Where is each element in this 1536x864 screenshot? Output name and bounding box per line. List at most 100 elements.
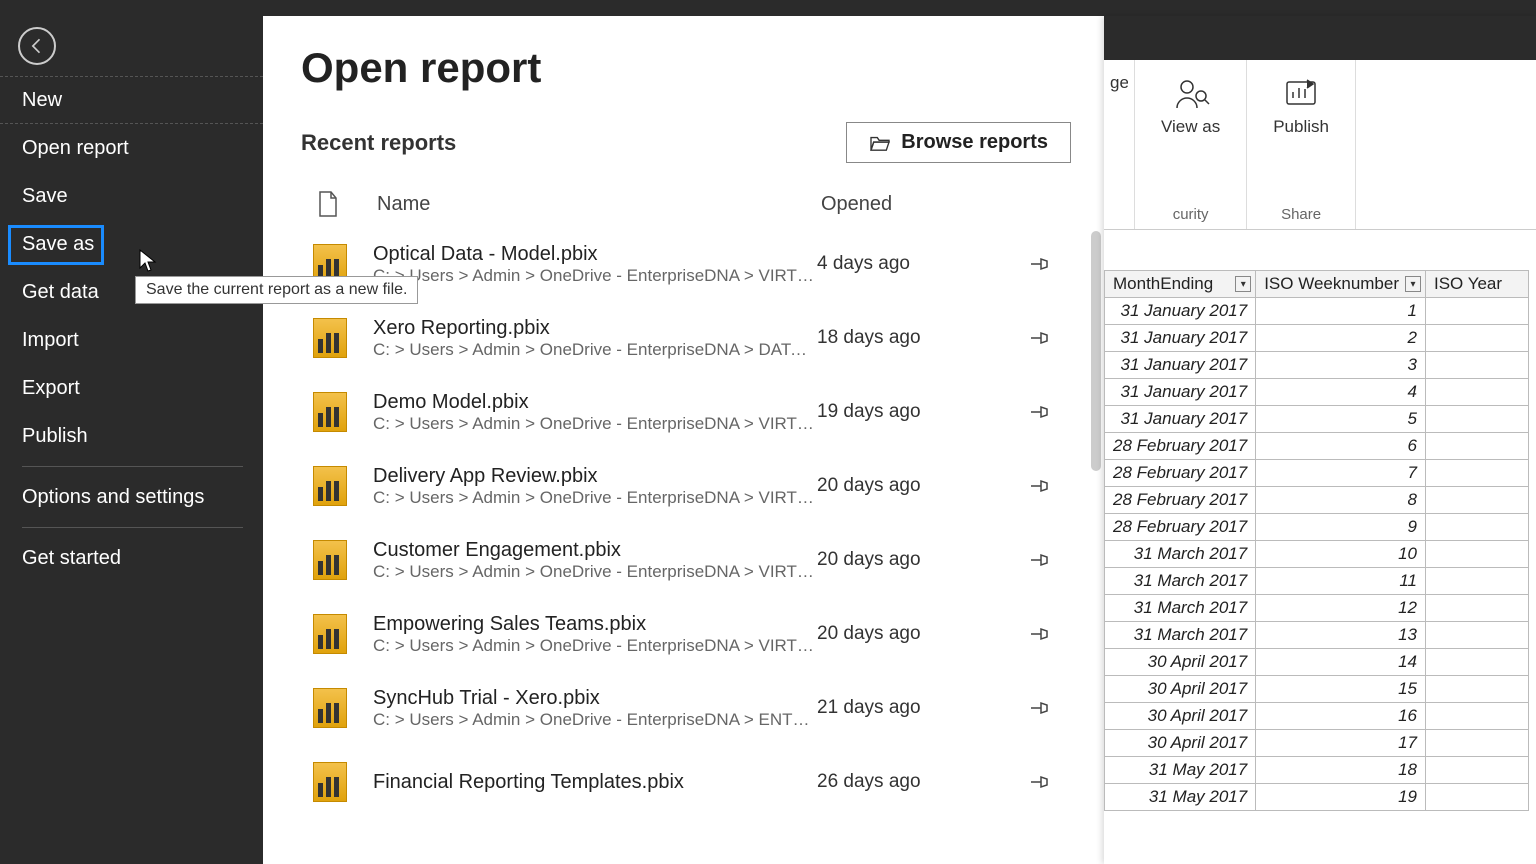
cell-monthending: 31 May 2017	[1105, 757, 1256, 784]
cell-weeknumber: 19	[1256, 784, 1426, 811]
pin-button[interactable]	[1029, 255, 1055, 273]
table-row[interactable]: 31 January 20172	[1105, 325, 1529, 352]
table-row[interactable]: 31 March 201713	[1105, 622, 1529, 649]
list-header: Name Opened	[301, 181, 1101, 227]
menu-new[interactable]: New	[0, 76, 263, 124]
table-column-header[interactable]: ISO Year	[1426, 271, 1529, 298]
pin-button[interactable]	[1029, 551, 1055, 569]
cell-weeknumber: 14	[1256, 649, 1426, 676]
scrollbar-thumb[interactable]	[1091, 231, 1101, 471]
recent-report-row[interactable]: Demo Model.pbixC: > Users > Admin > OneD…	[301, 375, 1101, 449]
report-file-name: Customer Engagement.pbix	[373, 539, 817, 562]
report-opened-time: 21 days ago	[817, 697, 1017, 719]
menu-label: Options and settings	[22, 486, 204, 509]
table-row[interactable]: 28 February 20179	[1105, 514, 1529, 541]
table-row[interactable]: 30 April 201715	[1105, 676, 1529, 703]
menu-label: Import	[22, 329, 79, 352]
table-row[interactable]: 31 March 201712	[1105, 595, 1529, 622]
pin-button[interactable]	[1029, 403, 1055, 421]
report-opened-time: 19 days ago	[817, 401, 1017, 423]
cell-weeknumber: 3	[1256, 352, 1426, 379]
report-opened-time: 26 days ago	[817, 771, 1017, 793]
table-row[interactable]: 28 February 20177	[1105, 460, 1529, 487]
pin-button[interactable]	[1029, 699, 1055, 717]
publish-label: Publish	[1273, 118, 1329, 137]
cell-monthending: 31 January 2017	[1105, 406, 1256, 433]
cell-isoyear	[1426, 514, 1529, 541]
menu-publish[interactable]: Publish	[0, 412, 263, 460]
pin-icon	[1029, 551, 1055, 569]
table-row[interactable]: 31 March 201710	[1105, 541, 1529, 568]
ribbon-group-empty	[1355, 60, 1536, 229]
recent-report-row[interactable]: Financial Reporting Templates.pbix26 day…	[301, 745, 1101, 819]
dropdown-icon[interactable]: ▾	[1235, 276, 1251, 292]
recent-report-row[interactable]: Delivery App Review.pbixC: > Users > Adm…	[301, 449, 1101, 523]
recent-report-row[interactable]: Customer Engagement.pbixC: > Users > Adm…	[301, 523, 1101, 597]
publish-icon	[1281, 74, 1321, 114]
pin-button[interactable]	[1029, 477, 1055, 495]
report-file-name: Xero Reporting.pbix	[373, 317, 817, 340]
dropdown-icon[interactable]: ▾	[1405, 276, 1421, 292]
publish-button[interactable]: Publish	[1265, 70, 1337, 141]
browse-reports-button[interactable]: Browse reports	[846, 122, 1071, 163]
cell-isoyear	[1426, 676, 1529, 703]
arrow-left-icon	[27, 36, 47, 56]
cell-monthending: 30 April 2017	[1105, 703, 1256, 730]
pin-button[interactable]	[1029, 625, 1055, 643]
table-row[interactable]: 31 January 20175	[1105, 406, 1529, 433]
cell-isoyear	[1426, 460, 1529, 487]
cell-weeknumber: 6	[1256, 433, 1426, 460]
ribbon-button-truncated[interactable]: ge	[1104, 70, 1136, 97]
back-button[interactable]	[18, 27, 56, 65]
cell-isoyear	[1426, 541, 1529, 568]
table-row[interactable]: 31 May 201719	[1105, 784, 1529, 811]
table-row[interactable]: 31 May 201718	[1105, 757, 1529, 784]
recent-report-row[interactable]: Xero Reporting.pbixC: > Users > Admin > …	[301, 301, 1101, 375]
menu-save[interactable]: Save	[0, 172, 263, 220]
table-row[interactable]: 30 April 201716	[1105, 703, 1529, 730]
cell-isoyear	[1426, 406, 1529, 433]
report-file-path: C: > Users > Admin > OneDrive - Enterpri…	[373, 710, 817, 730]
recent-report-row[interactable]: Optical Data - Model.pbixC: > Users > Ad…	[301, 227, 1101, 301]
table-column-header[interactable]: MonthEnding▾	[1105, 271, 1256, 298]
cell-monthending: 28 February 2017	[1105, 487, 1256, 514]
pin-icon	[1029, 699, 1055, 717]
table-row[interactable]: 31 January 20171	[1105, 298, 1529, 325]
pbix-file-icon	[313, 614, 373, 654]
recent-report-row[interactable]: Empowering Sales Teams.pbixC: > Users > …	[301, 597, 1101, 671]
cell-isoyear	[1426, 433, 1529, 460]
pin-button[interactable]	[1029, 329, 1055, 347]
report-file-path: C: > Users > Admin > OneDrive - Enterpri…	[373, 562, 817, 582]
column-header-opened[interactable]: Opened	[821, 193, 1021, 216]
menu-get-started[interactable]: Get started	[0, 534, 263, 582]
menu-import[interactable]: Import	[0, 316, 263, 364]
report-file-path: C: > Users > Admin > OneDrive - Enterpri…	[373, 414, 817, 434]
table-row[interactable]: 28 February 20176	[1105, 433, 1529, 460]
table-row[interactable]: 28 February 20178	[1105, 487, 1529, 514]
table-row[interactable]: 31 January 20173	[1105, 352, 1529, 379]
menu-open-report[interactable]: Open report	[0, 124, 263, 172]
view-as-button[interactable]: View as	[1153, 70, 1228, 141]
cell-weeknumber: 13	[1256, 622, 1426, 649]
cell-monthending: 31 January 2017	[1105, 298, 1256, 325]
recent-report-row[interactable]: SyncHub Trial - Xero.pbixC: > Users > Ad…	[301, 671, 1101, 745]
report-file-name: Delivery App Review.pbix	[373, 465, 817, 488]
cell-monthending: 30 April 2017	[1105, 730, 1256, 757]
menu-options-settings[interactable]: Options and settings	[0, 473, 263, 521]
ribbon-group-label	[1117, 200, 1121, 223]
pin-button[interactable]	[1029, 773, 1055, 791]
menu-export[interactable]: Export	[0, 364, 263, 412]
cell-weeknumber: 18	[1256, 757, 1426, 784]
table-row[interactable]: 30 April 201714	[1105, 649, 1529, 676]
cell-isoyear	[1426, 487, 1529, 514]
table-column-header[interactable]: ISO Weeknumber▾	[1256, 271, 1426, 298]
table-row[interactable]: 30 April 201717	[1105, 730, 1529, 757]
report-opened-time: 20 days ago	[817, 623, 1017, 645]
report-file-name: Demo Model.pbix	[373, 391, 817, 414]
table-row[interactable]: 31 March 201711	[1105, 568, 1529, 595]
menu-save-as[interactable]: Save as	[0, 220, 263, 268]
column-header-name[interactable]: Name	[377, 193, 821, 216]
menu-divider	[22, 527, 243, 528]
table-row[interactable]: 31 January 20174	[1105, 379, 1529, 406]
cell-isoyear	[1426, 730, 1529, 757]
